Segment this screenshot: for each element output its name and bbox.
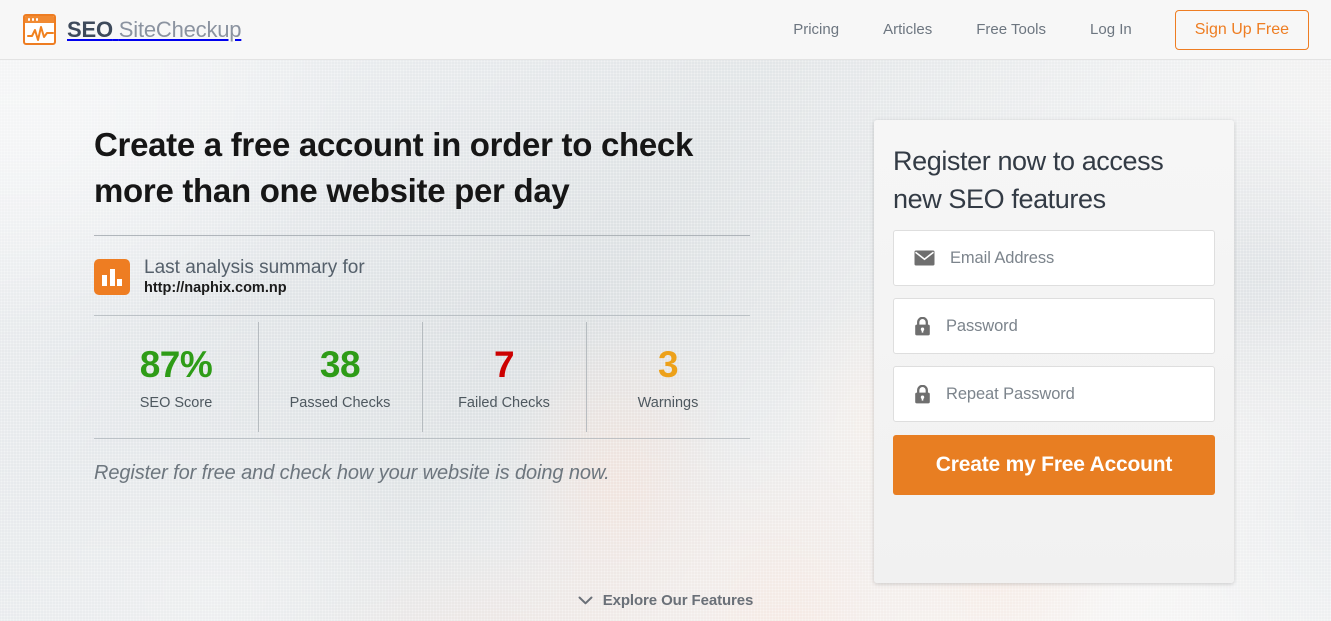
page-title: Create a free account in order to check …: [94, 126, 694, 209]
summary-url: http://naphix.com.np: [144, 280, 287, 296]
brand-logo[interactable]: SEO SiteCheckup: [23, 14, 242, 45]
primary-nav: Pricing Articles Free Tools Log In Sign …: [771, 9, 1309, 50]
password-field[interactable]: Password: [893, 298, 1215, 354]
register-panel-title: Register now to access new SEO features: [893, 146, 1164, 214]
nav-item-log-in[interactable]: Log In: [1068, 21, 1154, 38]
stat-label: SEO Score: [139, 394, 213, 411]
stat-seo-score: 87% SEO Score: [94, 316, 258, 438]
stat-label: Warnings: [637, 394, 699, 411]
stat-label: Failed Checks: [458, 394, 550, 411]
chevron-down-icon: [578, 596, 593, 605]
repeat-password-field[interactable]: Repeat Password: [893, 366, 1215, 422]
stat-label: Passed Checks: [289, 394, 391, 411]
last-analysis-summary: Last analysis summary for http://naphix.…: [94, 256, 750, 298]
stat-value: 3: [657, 343, 679, 385]
password-placeholder: Password: [946, 316, 1018, 335]
hero-section: Create a free account in order to check …: [0, 60, 1331, 621]
brand-name-light: SiteCheckup: [118, 16, 242, 42]
divider-bottom: [94, 438, 750, 439]
nav-item-free-tools[interactable]: Free Tools: [954, 21, 1068, 38]
summary-label: Last analysis summary for: [144, 257, 365, 278]
bar-chart-icon: [94, 259, 130, 295]
lock-icon: [914, 316, 931, 336]
stat-value: 87%: [139, 343, 213, 385]
email-field[interactable]: Email Address: [893, 230, 1215, 286]
nav-item-articles[interactable]: Articles: [861, 21, 954, 38]
create-account-button[interactable]: Create my Free Account: [893, 435, 1215, 495]
brand-name: SEO SiteCheckup: [67, 16, 242, 43]
repeat-password-placeholder: Repeat Password: [946, 384, 1075, 403]
envelope-icon: [914, 250, 935, 266]
divider-top: [94, 235, 750, 236]
analysis-stats: 87% SEO Score 38 Passed Checks 7 Failed …: [94, 316, 750, 438]
hero-left-column: Create a free account in order to check …: [94, 122, 750, 485]
stat-failed-checks: 7 Failed Checks: [422, 316, 586, 438]
sign-up-free-button[interactable]: Sign Up Free: [1174, 9, 1309, 50]
stat-warnings: 3 Warnings: [586, 316, 750, 438]
pulse-window-icon: [23, 14, 56, 45]
explore-features-label: Explore Our Features: [602, 592, 754, 609]
hero-tagline: Register for free and check how your web…: [94, 462, 610, 484]
stat-passed-checks: 38 Passed Checks: [258, 316, 422, 438]
stat-value: 7: [493, 343, 515, 385]
brand-name-strong: SEO: [67, 16, 113, 42]
site-header: SEO SiteCheckup Pricing Articles Free To…: [0, 0, 1331, 60]
explore-features-toggle[interactable]: Explore Our Features: [0, 592, 1331, 609]
email-placeholder: Email Address: [950, 248, 1055, 267]
lock-icon: [914, 384, 931, 404]
stat-value: 38: [319, 343, 361, 385]
register-panel: Register now to access new SEO features …: [874, 120, 1234, 583]
nav-item-pricing[interactable]: Pricing: [771, 21, 861, 38]
